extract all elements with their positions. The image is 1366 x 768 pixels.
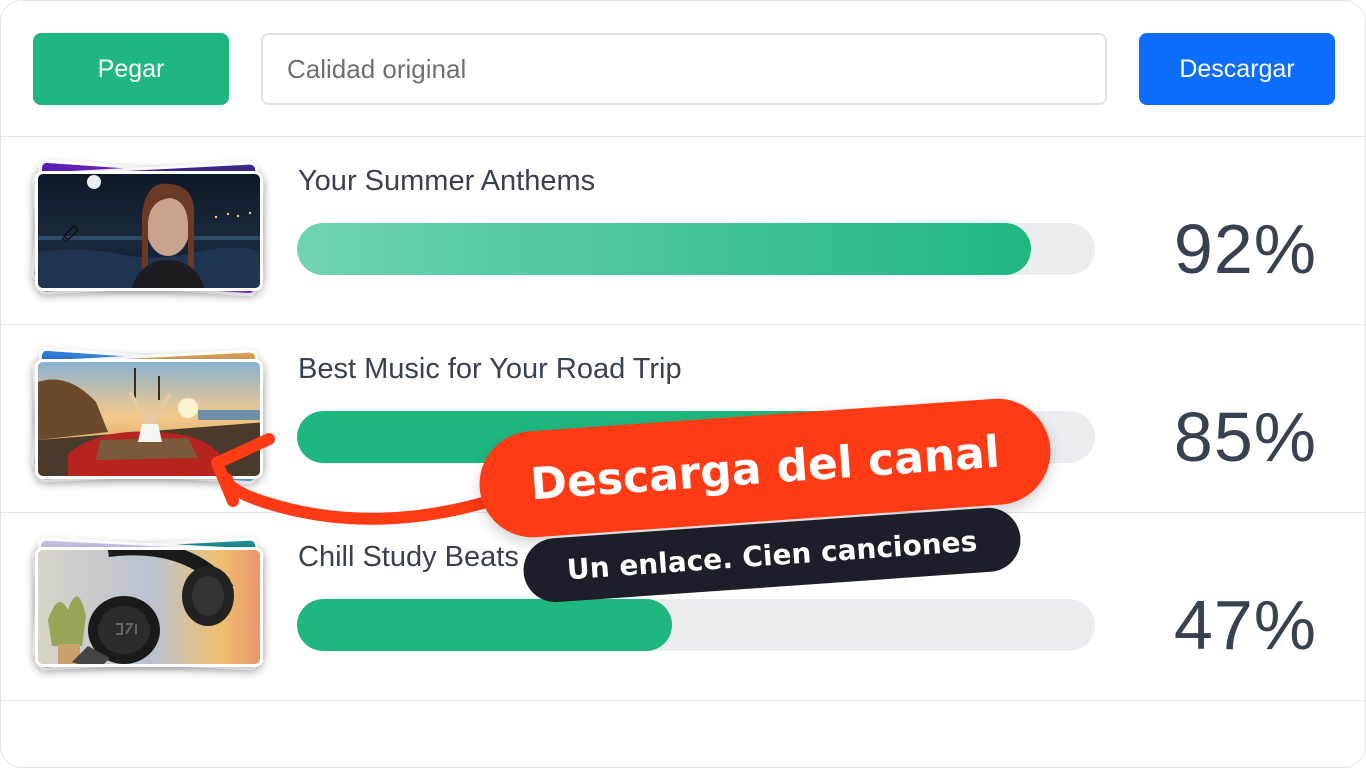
thumbnail-stack [29, 533, 269, 683]
playlist-title: Chill Study Beats [298, 541, 519, 573]
downloader-window: Pegar Descargar [0, 0, 1366, 768]
playlist-title: Best Music for Your Road Trip [298, 353, 682, 385]
thumbnail-stack [29, 345, 269, 495]
playlist-title: Your Summer Anthems [298, 165, 596, 197]
progress-fill [297, 223, 1032, 275]
progress-percent: 92% [1173, 210, 1317, 288]
download-button[interactable]: Descargar [1139, 33, 1335, 105]
thumbnail-stack [29, 157, 269, 307]
progress-fill [297, 411, 976, 463]
playlist-row[interactable]: Your Summer Anthems 92% [1, 137, 1365, 325]
toolbar: Pegar Descargar [1, 1, 1365, 137]
playlist-row[interactable]: Best Music for Your Road Trip 85% [1, 325, 1365, 513]
playlist-row[interactable]: Chill Study Beats 47% [1, 513, 1365, 701]
progress-percent: 47% [1173, 586, 1317, 664]
quality-input[interactable] [261, 33, 1107, 105]
portrait-night-sea-thumbnail [35, 171, 263, 291]
headphones-thumbnail [35, 547, 263, 667]
progress-fill [297, 599, 673, 651]
progress-bar [297, 223, 1095, 275]
convertible-sunset-road-thumbnail [35, 359, 263, 479]
progress-bar [297, 599, 1095, 651]
paste-button[interactable]: Pegar [33, 33, 229, 105]
progress-bar [297, 411, 1095, 463]
progress-percent: 85% [1173, 398, 1317, 476]
